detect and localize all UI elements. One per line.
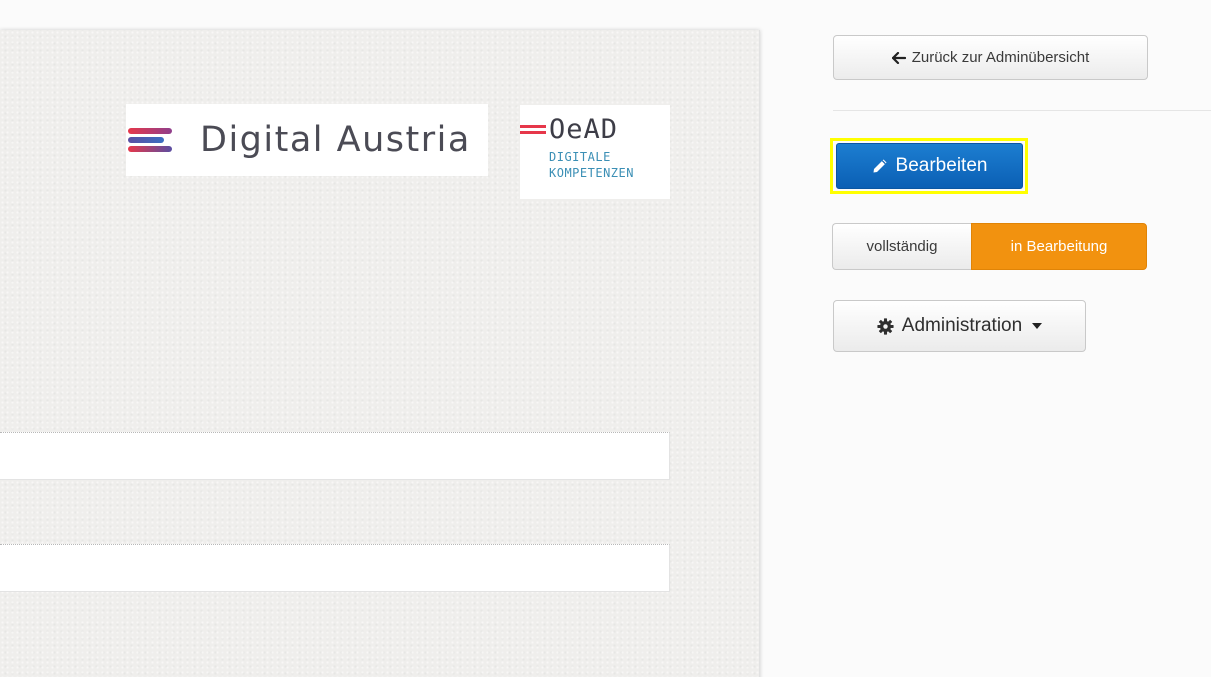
text-field-a[interactable] [0, 432, 670, 480]
digital-austria-logo: Digital Austria [126, 104, 488, 176]
chevron-down-icon [1032, 323, 1043, 329]
oead-flag-icon [520, 125, 546, 135]
oead-logo-word: OeAD [549, 114, 619, 145]
oead-subtitle-line-2: KOMPETENZEN [549, 166, 634, 180]
arrow-left-icon [891, 51, 906, 64]
oead-logo-subtitle: DIGITALE KOMPETENZEN [549, 149, 634, 181]
digital-austria-mark-icon [128, 128, 176, 152]
back-button-label: Zurück zur Adminübersicht [911, 49, 1090, 66]
sidebar-divider [833, 110, 1211, 111]
oead-logo: OeAD DIGITALE KOMPETENZEN [520, 105, 670, 199]
status-in-progress-button[interactable]: in Bearbeitung [971, 223, 1147, 270]
back-to-admin-overview-button[interactable]: Zurück zur Adminübersicht [833, 35, 1148, 80]
administration-dropdown-label: Administration [901, 315, 1023, 336]
gear-icon [877, 317, 894, 335]
digital-austria-logo-text: Digital Austria [200, 120, 471, 160]
edit-button-label: Bearbeiten [895, 155, 988, 176]
edit-button[interactable]: Bearbeiten [836, 143, 1023, 189]
status-toggle-group: vollständig in Bearbeitung [832, 223, 1147, 270]
pencil-icon [872, 158, 888, 174]
status-complete-button[interactable]: vollständig [832, 223, 971, 270]
administration-dropdown[interactable]: Administration [833, 300, 1086, 352]
text-field-b[interactable] [0, 544, 670, 592]
oead-subtitle-line-1: DIGITALE [549, 150, 611, 164]
